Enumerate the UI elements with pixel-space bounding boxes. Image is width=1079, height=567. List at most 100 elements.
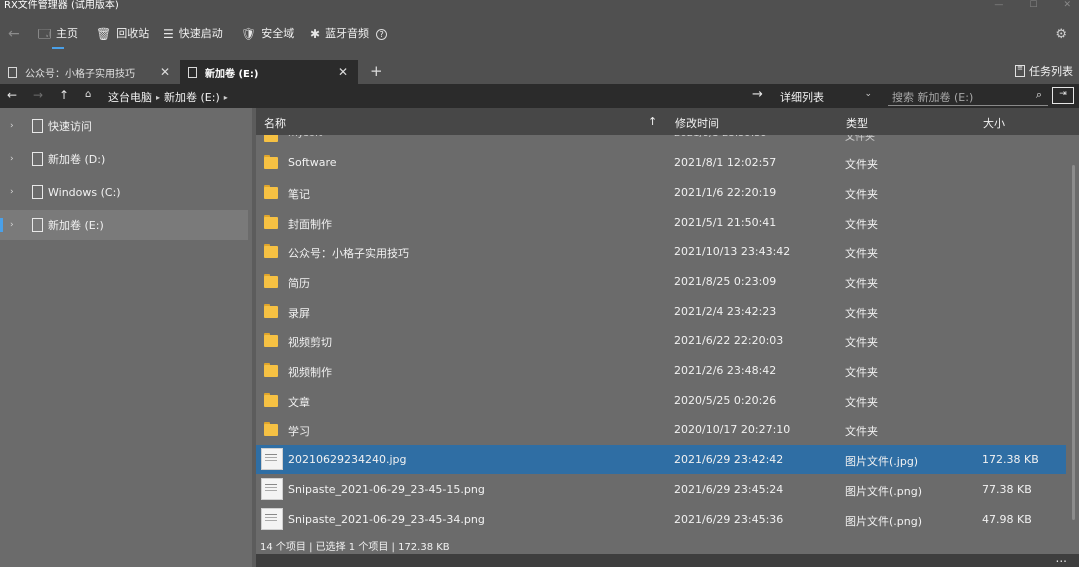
table-row[interactable]: 封面制作 2021/5/1 21:50:41 文件夹 xyxy=(256,208,1066,237)
tab-drive-e[interactable]: 新加卷 (E:) ✕ xyxy=(180,60,358,84)
file-type: 文件夹 xyxy=(845,307,878,320)
file-type: 图片文件(.jpg) xyxy=(845,455,919,468)
forward-arrow-icon[interactable]: → xyxy=(33,88,43,102)
column-header-type[interactable]: 类型 xyxy=(846,115,868,131)
document-icon xyxy=(8,66,17,78)
nav-quick-launch-label: 快速启动 xyxy=(178,27,223,40)
table-row[interactable]: Snipaste_2021-06-29_23-45-34.png 2021/6/… xyxy=(256,505,1066,534)
view-mode-select[interactable]: 详细列表 ⌄ xyxy=(780,89,876,105)
file-modified: 2021/8/1 12:02:57 xyxy=(674,156,777,169)
file-type: 文件夹 xyxy=(845,336,878,349)
file-size: 77.38 KB xyxy=(982,483,1032,496)
breadcrumb-separator-icon[interactable]: ▸ xyxy=(156,93,160,102)
file-type: 图片文件(.png) xyxy=(845,485,923,498)
column-header-row: 名称 ↑ 修改时间 类型 大小 xyxy=(256,108,1079,135)
table-row[interactable]: Snipaste_2021-06-29_23-45-15.png 2021/6/… xyxy=(256,475,1066,504)
nav-quick-launch[interactable]: ☰ 快速启动 xyxy=(163,27,223,41)
sidebar-item-drive-c[interactable]: › Windows (C:) xyxy=(0,177,248,207)
file-name: 视频制作 xyxy=(288,366,332,379)
sidebar-item-label: 新加卷 (E:) xyxy=(48,219,104,232)
nav-recycle-bin[interactable]: 🗑 回收站 xyxy=(96,27,149,41)
task-list-button[interactable]: ≡ 任务列表 xyxy=(1015,63,1073,79)
maximize-button[interactable]: ☐ xyxy=(1029,0,1037,10)
nav-home-label: 主页 xyxy=(56,27,79,40)
table-row[interactable]: 简历 2021/8/25 0:23:09 文件夹 xyxy=(256,267,1066,296)
sidebar-item-quick-access[interactable]: › 快速访问 xyxy=(0,111,248,141)
table-row[interactable]: 公众号：小格子实用技巧 2021/10/13 23:43:42 文件夹 xyxy=(256,237,1066,266)
tab-wechat-folder[interactable]: 公众号：小格子实用技巧 ✕ xyxy=(0,60,180,84)
sidebar: › 快速访问 › 新加卷 (D:) › Windows (C:) › 新加卷 (… xyxy=(0,108,252,567)
add-tab-button[interactable]: + xyxy=(370,62,383,80)
breadcrumb-separator-icon[interactable]: ▸ xyxy=(224,93,228,102)
pane-toggle-icon[interactable]: ⇥ xyxy=(1052,87,1074,104)
file-name: Snipaste_2021-06-29_23-45-34.png xyxy=(288,513,485,526)
sidebar-item-drive-d[interactable]: › 新加卷 (D:) xyxy=(0,144,248,174)
up-arrow-icon[interactable]: ↑ xyxy=(59,88,69,102)
app-title: RX文件管理器 (试用版本) xyxy=(4,0,119,11)
file-modified: 2021/2/6 23:48:42 xyxy=(674,364,777,377)
clipboard-icon: ≡ xyxy=(1015,65,1025,77)
folder-icon xyxy=(264,215,278,229)
close-icon[interactable]: ✕ xyxy=(338,65,348,79)
table-row[interactable]: 录屏 2021/2/4 23:42:23 文件夹 xyxy=(256,297,1066,326)
bluetooth-icon: ✱ xyxy=(310,27,321,41)
vertical-scrollbar[interactable] xyxy=(1072,165,1075,520)
column-header-name[interactable]: 名称 xyxy=(264,115,286,131)
file-type: 文件夹 xyxy=(845,366,878,379)
go-arrow-icon[interactable]: → xyxy=(752,87,763,102)
table-row[interactable]: 视频剪切 2021/6/22 22:20:03 文件夹 xyxy=(256,326,1066,355)
chevron-right-icon[interactable]: › xyxy=(10,121,22,131)
close-icon[interactable]: ✕ xyxy=(160,65,170,79)
file-type: 文件夹 xyxy=(845,188,878,201)
file-modified: 2021/10/13 23:43:42 xyxy=(674,245,791,258)
file-modified: 2021/6/29 23:45:24 xyxy=(674,483,784,496)
sidebar-item-label: 快速访问 xyxy=(48,120,92,133)
help-icon[interactable]: ? xyxy=(376,28,388,40)
file-modified: 2021/6/22 22:20:03 xyxy=(674,334,784,347)
table-row[interactable]: Software 2021/8/1 12:02:57 文件夹 xyxy=(256,148,1066,177)
file-size: 47.98 KB xyxy=(982,513,1032,526)
file-type: 图片文件(.png) xyxy=(845,515,923,528)
file-modified: 2020/10/17 20:27:10 xyxy=(674,423,791,436)
sort-ascending-icon[interactable]: ↑ xyxy=(648,115,657,128)
search-icon[interactable]: ⌕ xyxy=(1036,88,1042,102)
table-row[interactable]: 笔记 2021/1/6 22:20:19 文件夹 xyxy=(256,178,1066,207)
column-header-modified[interactable]: 修改时间 xyxy=(675,115,719,131)
breadcrumb-drive-e[interactable]: 新加卷 (E:) xyxy=(164,89,220,105)
file-modified: 2021/2/4 23:42:23 xyxy=(674,305,777,318)
list-icon: ☰ xyxy=(163,27,174,41)
chevron-right-icon[interactable]: › xyxy=(10,154,22,164)
breadcrumb-this-pc[interactable]: 这台电脑 xyxy=(108,89,152,105)
column-header-size[interactable]: 大小 xyxy=(983,115,1005,131)
gear-icon[interactable]: ⚙ xyxy=(1055,27,1067,42)
file-name: 封面制作 xyxy=(288,218,332,231)
file-name: 学习 xyxy=(288,425,310,438)
table-row[interactable]: 视频制作 2021/2/6 23:48:42 文件夹 xyxy=(256,356,1066,385)
table-row[interactable]: 学习 2020/10/17 20:27:10 文件夹 xyxy=(256,415,1066,444)
chevron-right-icon[interactable]: › xyxy=(10,220,22,230)
more-options-icon[interactable]: ... xyxy=(1056,552,1067,564)
close-window-button[interactable]: ✕ xyxy=(1063,0,1071,10)
nav-back-button[interactable]: ← xyxy=(8,26,20,42)
minimize-button[interactable]: — xyxy=(994,0,1003,10)
nav-secure-area[interactable]: 🛡 安全域 xyxy=(241,27,294,41)
nav-bluetooth-audio[interactable]: ✱ 蓝牙音频 ? xyxy=(310,27,388,41)
folder-icon xyxy=(264,244,278,258)
breadcrumb: 这台电脑 ▸ 新加卷 (E:) ▸ xyxy=(108,89,228,105)
sidebar-item-drive-e[interactable]: › 新加卷 (E:) xyxy=(0,210,248,240)
back-arrow-icon[interactable]: ← xyxy=(7,88,17,102)
table-row[interactable]: 20210629234240.jpg 2021/6/29 23:42:42 图片… xyxy=(256,445,1066,474)
bottom-bar: ... xyxy=(256,552,1079,567)
table-row[interactable]: 文章 2020/5/25 0:20:26 文件夹 xyxy=(256,386,1066,415)
folder-icon xyxy=(264,363,278,377)
folder-icon xyxy=(264,422,278,436)
file-type: 文件夹 xyxy=(845,425,878,438)
search-input[interactable]: 搜索 新加卷 (E:) ⌕ xyxy=(888,86,1048,106)
home-icon[interactable]: ⌂ xyxy=(85,89,91,100)
file-modified: 2021/6/29 23:42:42 xyxy=(674,453,784,466)
title-bar: RX文件管理器 (试用版本) — ☐ ✕ xyxy=(0,0,1079,14)
nav-home[interactable]: 🗔 主页 xyxy=(38,27,79,49)
file-modified: 2021/1/6 22:20:19 xyxy=(674,186,777,199)
chevron-right-icon[interactable]: › xyxy=(10,187,22,197)
shield-icon: 🛡 xyxy=(241,27,257,41)
